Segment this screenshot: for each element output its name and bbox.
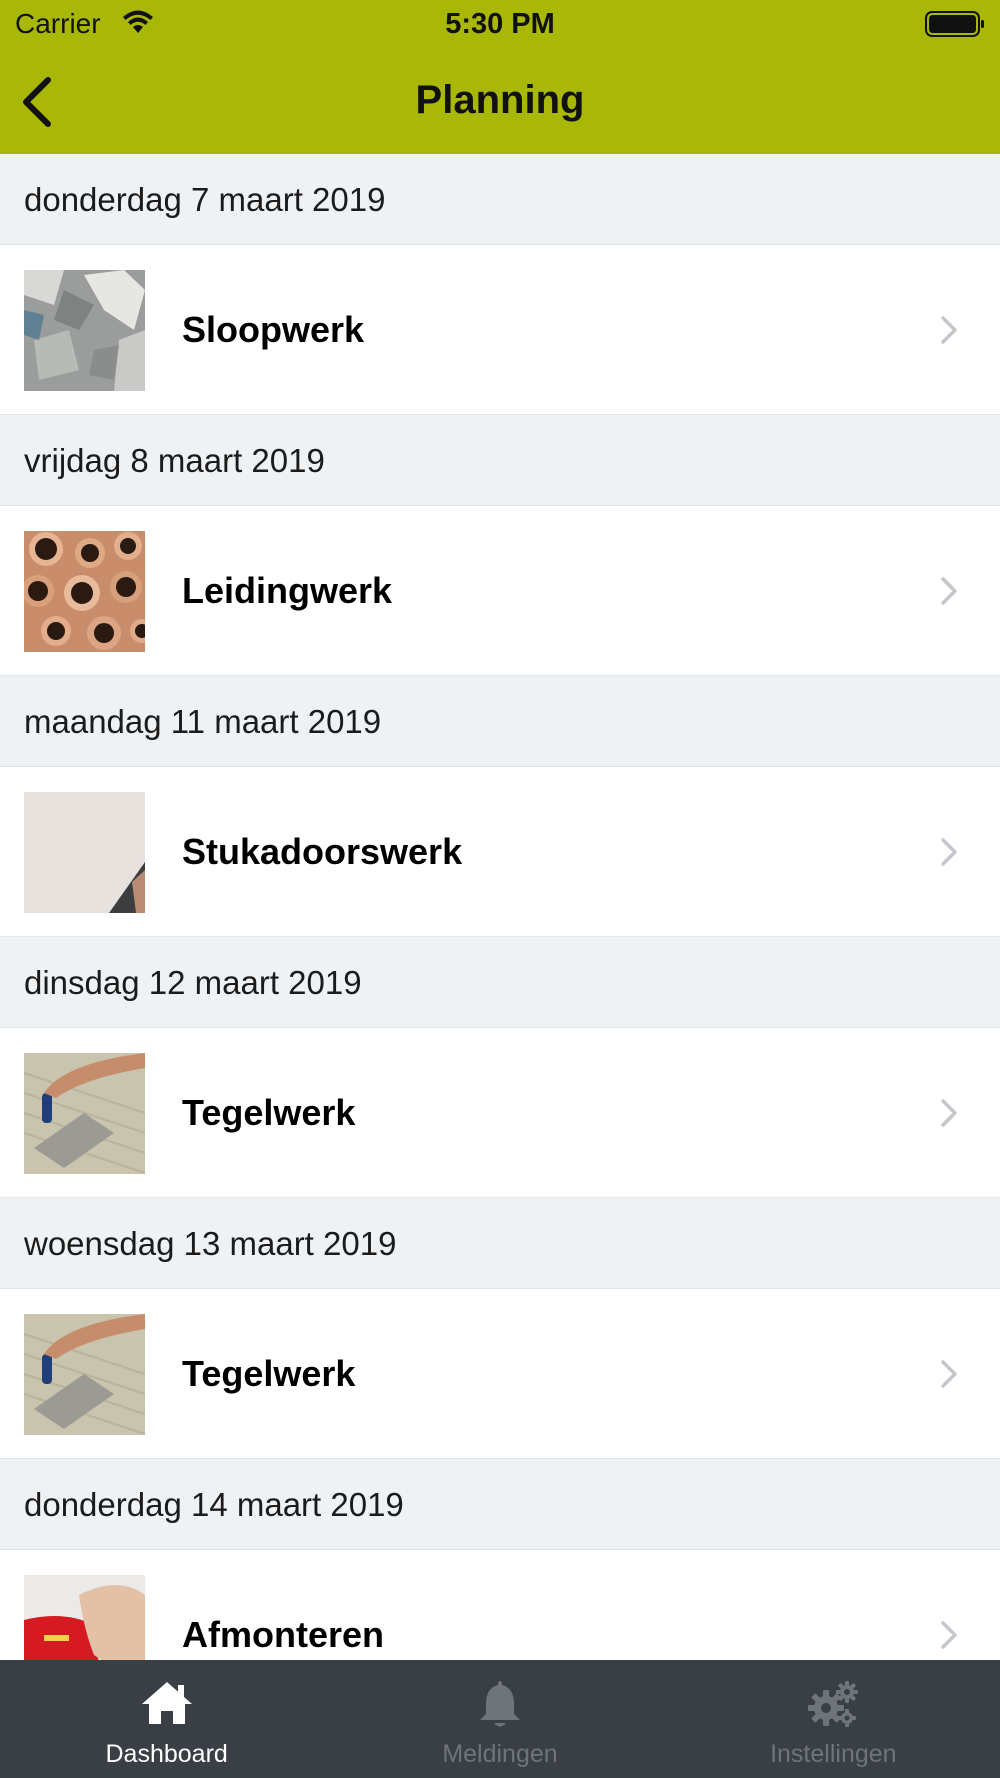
tab-bar: Dashboard Meldingen Instellingen	[0, 1660, 1000, 1778]
hand-tool-thumbnail	[24, 1575, 145, 1660]
schedule-list[interactable]: donderdag 7 maart 2019 Sloopwerk vrijdag…	[0, 154, 1000, 1660]
list-item[interactable]: Leidingwerk	[0, 506, 1000, 676]
job-title: Tegelwerk	[182, 1092, 356, 1133]
list-item[interactable]: Tegelwerk	[0, 1028, 1000, 1198]
demolition-rubble-thumbnail	[24, 270, 145, 391]
plaster-wall-thumbnail	[24, 792, 145, 913]
copper-pipes-thumbnail	[24, 531, 145, 652]
tab-label: Meldingen	[442, 1740, 558, 1768]
job-title: Leidingwerk	[182, 570, 393, 611]
date-section-header: dinsdag 12 maart 2019	[0, 937, 1000, 1028]
list-item[interactable]: Sloopwerk	[0, 245, 1000, 415]
status-bar: Carrier 5:30 PM	[0, 0, 1000, 50]
chevron-right-icon	[941, 1099, 957, 1127]
tab-label: Dashboard	[105, 1740, 228, 1768]
tab-dashboard[interactable]: Dashboard	[0, 1660, 333, 1778]
date-section-header: donderdag 14 maart 2019	[0, 1459, 1000, 1550]
job-title: Afmonteren	[182, 1614, 385, 1655]
tab-label: Instellingen	[770, 1740, 897, 1768]
list-item[interactable]: Stukadoorswerk	[0, 767, 1000, 937]
chevron-right-icon	[941, 577, 957, 605]
tile-trowel-thumbnail	[24, 1053, 145, 1174]
job-title: Stukadoorswerk	[182, 831, 463, 872]
chevron-right-icon	[941, 316, 957, 344]
battery-icon	[925, 11, 984, 37]
tab-instellingen[interactable]: Instellingen	[667, 1660, 1000, 1778]
job-title: Sloopwerk	[182, 309, 365, 350]
date-section-header: maandag 11 maart 2019	[0, 676, 1000, 767]
top-bar: Carrier 5:30 PM Planning	[0, 0, 1000, 154]
list-item[interactable]: Tegelwerk	[0, 1289, 1000, 1459]
chevron-right-icon	[941, 1360, 957, 1388]
job-title: Tegelwerk	[182, 1353, 356, 1394]
gears-icon	[808, 1681, 859, 1727]
bell-icon	[479, 1681, 520, 1727]
home-icon	[141, 1682, 192, 1724]
chevron-right-icon	[941, 1621, 957, 1649]
status-time: 5:30 PM	[445, 8, 555, 40]
page-title: Planning	[415, 78, 585, 122]
date-section-header: woensdag 13 maart 2019	[0, 1198, 1000, 1289]
navigation-bar: Planning	[0, 52, 1000, 154]
date-section-header: donderdag 7 maart 2019	[0, 154, 1000, 245]
tab-meldingen[interactable]: Meldingen	[333, 1660, 666, 1778]
list-item[interactable]: Afmonteren	[0, 1550, 1000, 1660]
date-section-header: vrijdag 8 maart 2019	[0, 415, 1000, 506]
chevron-right-icon	[941, 838, 957, 866]
tile-trowel-thumbnail	[24, 1314, 145, 1435]
